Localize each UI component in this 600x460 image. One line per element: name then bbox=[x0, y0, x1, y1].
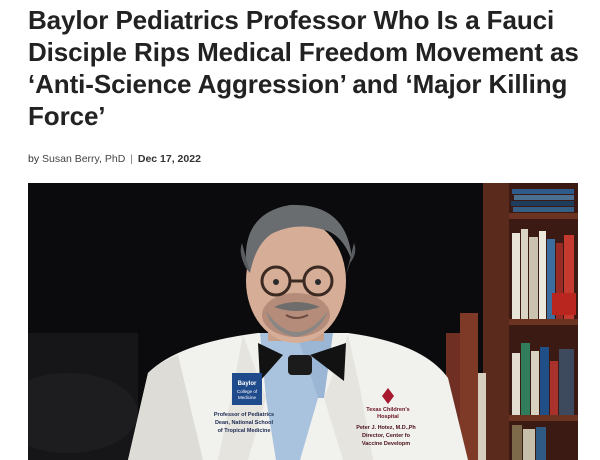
left-patch-line3: of Tropical Medicine bbox=[218, 428, 271, 434]
article: Baylor Pediatrics Professor Who Is a Fau… bbox=[0, 0, 600, 460]
author-link[interactable]: Susan Berry, PhD bbox=[42, 153, 125, 165]
left-patch-line1: Professor of Pediatrics bbox=[214, 412, 274, 418]
right-patch-line2: Director, Center fo bbox=[362, 433, 411, 439]
baylor-logo-line3: Medicine bbox=[238, 395, 257, 400]
right-patch-line1: Peter J. Hotez, M.D.,Ph bbox=[356, 425, 416, 431]
byline-prefix: by bbox=[28, 153, 40, 165]
byline-separator: | bbox=[130, 153, 133, 165]
texas-childrens-logo-line1: Texas Children's bbox=[366, 407, 409, 413]
left-patch-line2: Dean, National School bbox=[215, 420, 274, 426]
article-title: Baylor Pediatrics Professor Who Is a Fau… bbox=[28, 5, 579, 131]
photo-illustration: Baylor College of Medicine Professor of … bbox=[28, 183, 578, 460]
article-photo: Baylor College of Medicine Professor of … bbox=[28, 183, 578, 460]
baylor-logo-line2: College of bbox=[237, 389, 258, 394]
texas-childrens-logo-line2: Hospital bbox=[377, 414, 399, 420]
byline: by Susan Berry, PhD | Dec 17, 2022 bbox=[28, 153, 201, 165]
baylor-logo-line1: Baylor bbox=[238, 381, 257, 387]
publish-date: Dec 17, 2022 bbox=[137, 153, 201, 165]
right-patch-line3: Vaccine Developm bbox=[362, 441, 410, 447]
